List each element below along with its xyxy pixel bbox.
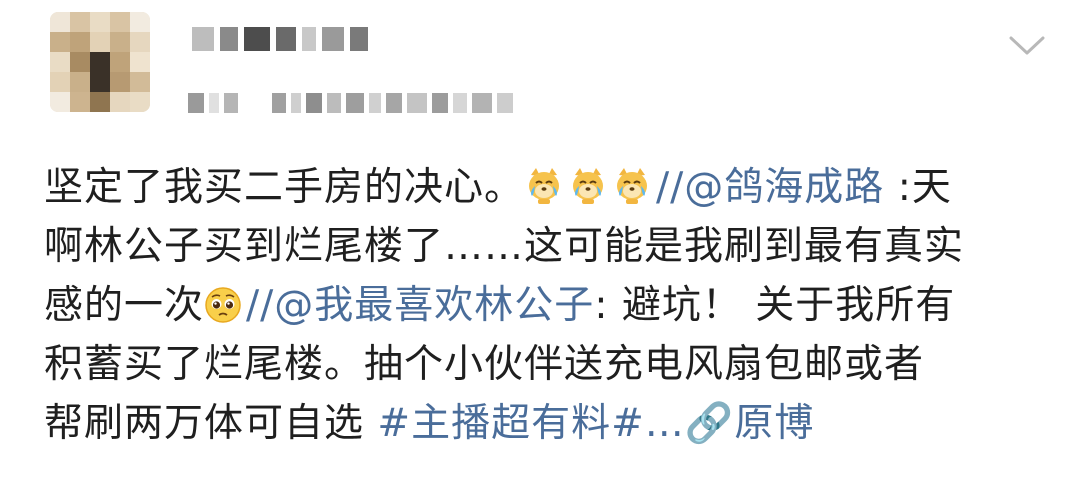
post-line: 积蓄买了烂尾楼。抽个小伙伴送充电风扇包邮或者 <box>44 335 1054 394</box>
post-meta-blurred <box>188 90 513 116</box>
post-line: 坚定了我买二手房的决心。 //@鸽海成路 :天 <box>44 158 1054 217</box>
post-text: : 避坑！ 关于我所有 <box>594 283 956 328</box>
doge-tears-icon <box>524 166 564 206</box>
repost-separator: // <box>656 165 685 210</box>
pleading-face-icon <box>204 286 242 324</box>
post-line: 帮刷两万体可自选 #主播超有料#…🔗原博 <box>44 394 1054 453</box>
user-avatar[interactable] <box>50 12 150 112</box>
post-body: 坚定了我买二手房的决心。//@鸽海成路 :天 啊林公子买到烂尾楼了……这可能是我刷… <box>44 158 1054 453</box>
mention-link[interactable]: @鸽海成路 <box>684 165 884 210</box>
post-text: 啊林公子买到烂尾楼了……这可能是我刷到最有真实 <box>44 224 965 269</box>
post-line: 啊林公子买到烂尾楼了……这可能是我刷到最有真实 <box>44 217 1054 276</box>
chevron-down-icon <box>1009 36 1045 55</box>
post-text: 帮刷两万体可自选 <box>44 401 378 446</box>
original-post-link[interactable]: 🔗原博 <box>685 401 815 446</box>
post-text: 坚定了我买二手房的决心。 <box>44 165 525 210</box>
mention-link[interactable]: @我最喜欢林公子 <box>274 283 594 328</box>
doge-tears-icon <box>568 166 608 206</box>
username-blurred[interactable] <box>192 24 368 54</box>
post-line: 感的一次 //@我最喜欢林公子: 避坑！ 关于我所有 <box>44 276 1054 335</box>
repost-separator: // <box>246 283 275 328</box>
hashtag-link[interactable]: #主播超有料#… <box>377 401 684 446</box>
post-text: 感的一次 <box>44 283 205 328</box>
doge-tears-icon <box>612 166 652 206</box>
post-text: :天 <box>884 165 952 210</box>
post-menu-button[interactable] <box>1003 26 1051 66</box>
post-text: 积蓄买了烂尾楼。抽个小伙伴送充电风扇包邮或者 <box>44 342 925 387</box>
